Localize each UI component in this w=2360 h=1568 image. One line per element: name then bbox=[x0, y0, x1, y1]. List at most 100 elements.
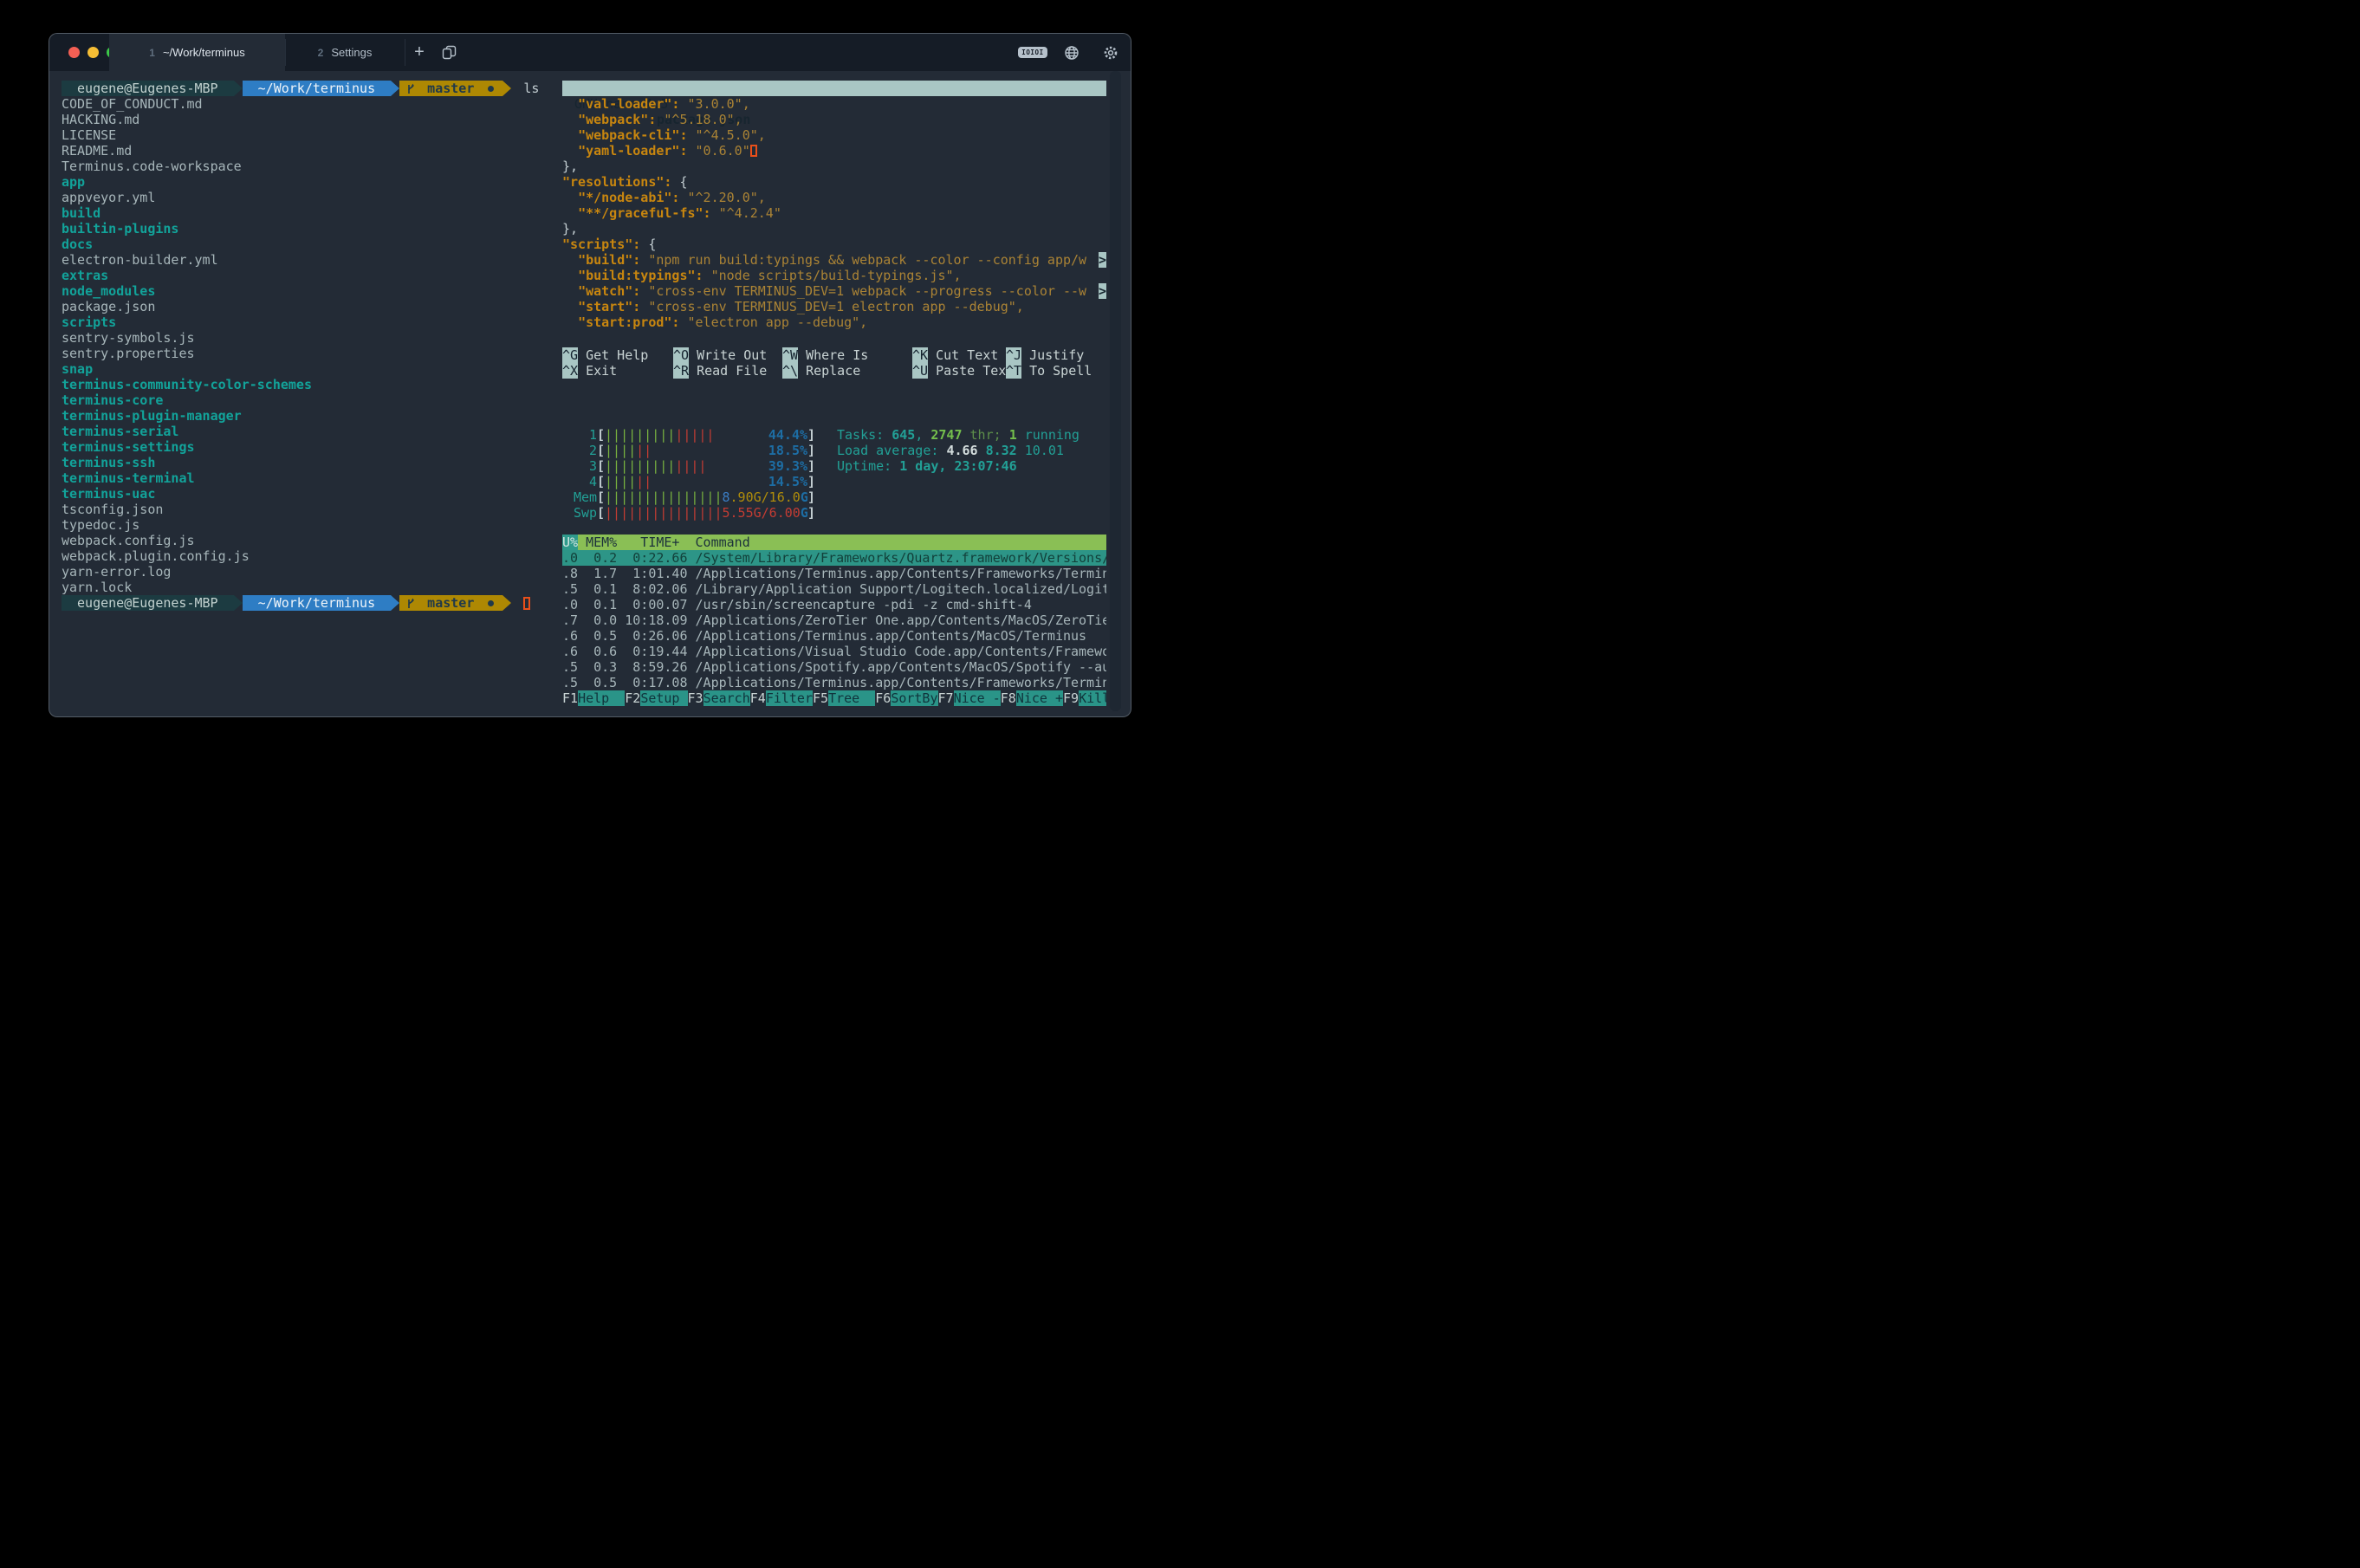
process-row[interactable]: .7 0.0 10:18.09 /Applications/ZeroTier O… bbox=[562, 612, 1106, 628]
shortcut-label: Justify bbox=[1029, 347, 1084, 363]
nano-line: "watch": "cross-env TERMINUS_DEV=1 webpa… bbox=[562, 283, 1106, 299]
serial-badge-label: IOIOI bbox=[1018, 47, 1047, 58]
close-traffic-light[interactable] bbox=[68, 47, 80, 58]
nano-shortcut: ^\Replace bbox=[782, 363, 860, 379]
ls-entry: scripts bbox=[62, 314, 555, 330]
ls-entry: terminus-community-color-schemes bbox=[62, 377, 555, 392]
fkey-action[interactable]: SortBy bbox=[891, 690, 937, 706]
minimize-traffic-light[interactable] bbox=[88, 47, 99, 58]
ls-entry: CODE_OF_CONDUCT.md bbox=[62, 96, 555, 112]
git-branch-icon bbox=[406, 597, 415, 609]
fkey-number: F7 bbox=[938, 690, 954, 706]
nano-line: "webpack-cli": "^4.5.0", bbox=[562, 127, 1106, 143]
ls-entry: app bbox=[62, 174, 555, 190]
shell-prompt: eugene@Eugenes-MBP ~/Work/terminus maste… bbox=[62, 81, 555, 96]
ls-entry: webpack.config.js bbox=[62, 533, 555, 548]
ls-entry: terminus-ssh bbox=[62, 455, 555, 470]
shortcut-label: Read File bbox=[697, 363, 767, 379]
nano-line: "webpack": "^5.18.0", bbox=[562, 112, 1106, 127]
prompt-git-branch: master bbox=[399, 81, 502, 96]
meter-3: 3[|||||||||||||39.3%] bbox=[574, 458, 815, 474]
nano-line: "val-loader": "3.0.0", bbox=[562, 96, 1106, 112]
terminal-window: 1~/Work/terminus2Settings + IOIOI bbox=[49, 33, 1131, 717]
fkey-action[interactable]: Help bbox=[578, 690, 625, 706]
shortcut-key: ^J bbox=[1006, 347, 1021, 363]
nano-line: "yaml-loader": "0.6.0" bbox=[562, 143, 1106, 159]
fkey-number: F2 bbox=[625, 690, 640, 706]
ls-entry: webpack.plugin.config.js bbox=[62, 548, 555, 564]
prompt-cwd: ~/Work/terminus bbox=[243, 81, 392, 96]
fkey-action[interactable]: Nice + bbox=[1016, 690, 1063, 706]
gear-icon[interactable] bbox=[1096, 34, 1125, 71]
line-continuation-marker: > bbox=[1099, 252, 1106, 268]
shortcut-key: ^G bbox=[562, 347, 578, 363]
meter-4: 4[||||||14.5%] bbox=[574, 474, 815, 489]
fkey-number: F8 bbox=[1001, 690, 1016, 706]
tab-settings[interactable]: 2Settings bbox=[285, 34, 405, 71]
process-row[interactable]: .5 0.5 0:17.08 /Applications/Terminus.ap… bbox=[562, 675, 1106, 690]
process-row[interactable]: .8 1.7 1:01.40 /Applications/Terminus.ap… bbox=[562, 566, 1106, 581]
nano-titlebar: GNU nano 4.5 package.json bbox=[562, 81, 1106, 96]
fkey-action[interactable]: Kill bbox=[1079, 690, 1106, 706]
tab-number: 2 bbox=[318, 47, 324, 59]
shortcut-label: Write Out bbox=[697, 347, 767, 363]
fkey-number: F3 bbox=[688, 690, 703, 706]
process-row[interactable]: .6 0.6 0:19.44 /Applications/Visual Stud… bbox=[562, 644, 1106, 659]
meter-swp: Swp[|||||||||||||||5.55G/6.00G] bbox=[574, 505, 815, 521]
nano-line: "build": "npm run build:typings && webpa… bbox=[562, 252, 1106, 268]
shortcut-label: To Spell bbox=[1029, 363, 1092, 379]
nano-line: "resolutions": { bbox=[562, 174, 1106, 190]
meter-2: 2[||||||18.5%] bbox=[574, 443, 815, 458]
ls-entry: terminus-core bbox=[62, 392, 555, 408]
tab--work-terminus[interactable]: 1~/Work/terminus bbox=[109, 34, 285, 71]
nano-shortcut: ^OWrite Out bbox=[673, 347, 767, 363]
ls-entry: Terminus.code-workspace bbox=[62, 159, 555, 174]
right-pane-scrollbar[interactable] bbox=[1110, 71, 1121, 711]
process-row[interactable]: .5 0.3 8:59.26 /Applications/Spotify.app… bbox=[562, 659, 1106, 675]
shell-prompt: eugene@Eugenes-MBP ~/Work/terminus maste… bbox=[62, 595, 555, 611]
fkey-action[interactable]: Nice - bbox=[954, 690, 1001, 706]
process-row[interactable]: .6 0.5 0:26.06 /Applications/Terminus.ap… bbox=[562, 628, 1106, 644]
serial-ports-icon[interactable]: IOIOI bbox=[1018, 34, 1047, 71]
ls-entry: typedoc.js bbox=[62, 517, 555, 533]
htop-summary: Tasks: 645, 2747 thr; 1 runningLoad aver… bbox=[837, 427, 1080, 474]
terminal-cursor bbox=[523, 597, 530, 610]
uptime: Uptime: 1 day, 23:07:46 bbox=[837, 458, 1080, 474]
ls-entry: sentry-symbols.js bbox=[62, 330, 555, 346]
prompt-user-host: eugene@Eugenes-MBP bbox=[62, 81, 234, 96]
fkey-number: F9 bbox=[1063, 690, 1079, 706]
terminal-pane-right[interactable]: GNU nano 4.5 package.json "val-loader": … bbox=[562, 81, 1106, 713]
new-tab-button[interactable]: + bbox=[405, 34, 434, 71]
sort-column-header[interactable]: U% bbox=[562, 535, 578, 550]
nano-line: }, bbox=[562, 159, 1106, 174]
git-branch-icon bbox=[406, 82, 415, 94]
load-average: Load average: 4.66 8.32 10.01 bbox=[837, 443, 1080, 458]
process-row-selected[interactable]: .0 0.2 0:22.66 /System/Library/Framework… bbox=[562, 550, 1106, 566]
nano-shortcut: ^KCut Text bbox=[912, 347, 998, 363]
fkey-number: F1 bbox=[562, 690, 578, 706]
split-windows-icon[interactable] bbox=[434, 34, 464, 71]
globe-icon[interactable] bbox=[1057, 34, 1086, 71]
fkey-action[interactable]: Search bbox=[703, 690, 750, 706]
nano-shortcut: ^TTo Spell bbox=[1006, 363, 1092, 379]
process-row[interactable]: .0 0.1 0:00.07 /usr/sbin/screencapture -… bbox=[562, 597, 1106, 612]
process-row[interactable]: .5 0.1 8:02.06 /Library/Application Supp… bbox=[562, 581, 1106, 597]
shortcut-label: Replace bbox=[806, 363, 860, 379]
titlebar: 1~/Work/terminus2Settings + IOIOI bbox=[49, 34, 1131, 71]
nano-shortcut: ^GGet Help bbox=[562, 347, 648, 363]
terminal-pane-left[interactable]: eugene@Eugenes-MBP ~/Work/terminus maste… bbox=[62, 81, 555, 611]
process-table-header[interactable]: U% MEM% TIME+ Command bbox=[562, 535, 1106, 550]
ls-entry: extras bbox=[62, 268, 555, 283]
shortcut-label: Paste Text bbox=[936, 363, 1014, 379]
fkey-action[interactable]: Setup bbox=[640, 690, 687, 706]
prompt-cwd: ~/Work/terminus bbox=[243, 595, 392, 611]
ls-entry: yarn-error.log bbox=[62, 564, 555, 580]
ls-entry: appveyor.yml bbox=[62, 190, 555, 205]
typed-command: ls bbox=[523, 81, 539, 96]
tasks-summary: Tasks: 645, 2747 thr; 1 running bbox=[837, 427, 1080, 443]
fkey-action[interactable]: Tree bbox=[828, 690, 875, 706]
ls-entry: snap bbox=[62, 361, 555, 377]
ls-entry: terminus-uac bbox=[62, 486, 555, 502]
nano-shortcut: ^XExit bbox=[562, 363, 617, 379]
fkey-action[interactable]: Filter bbox=[766, 690, 813, 706]
